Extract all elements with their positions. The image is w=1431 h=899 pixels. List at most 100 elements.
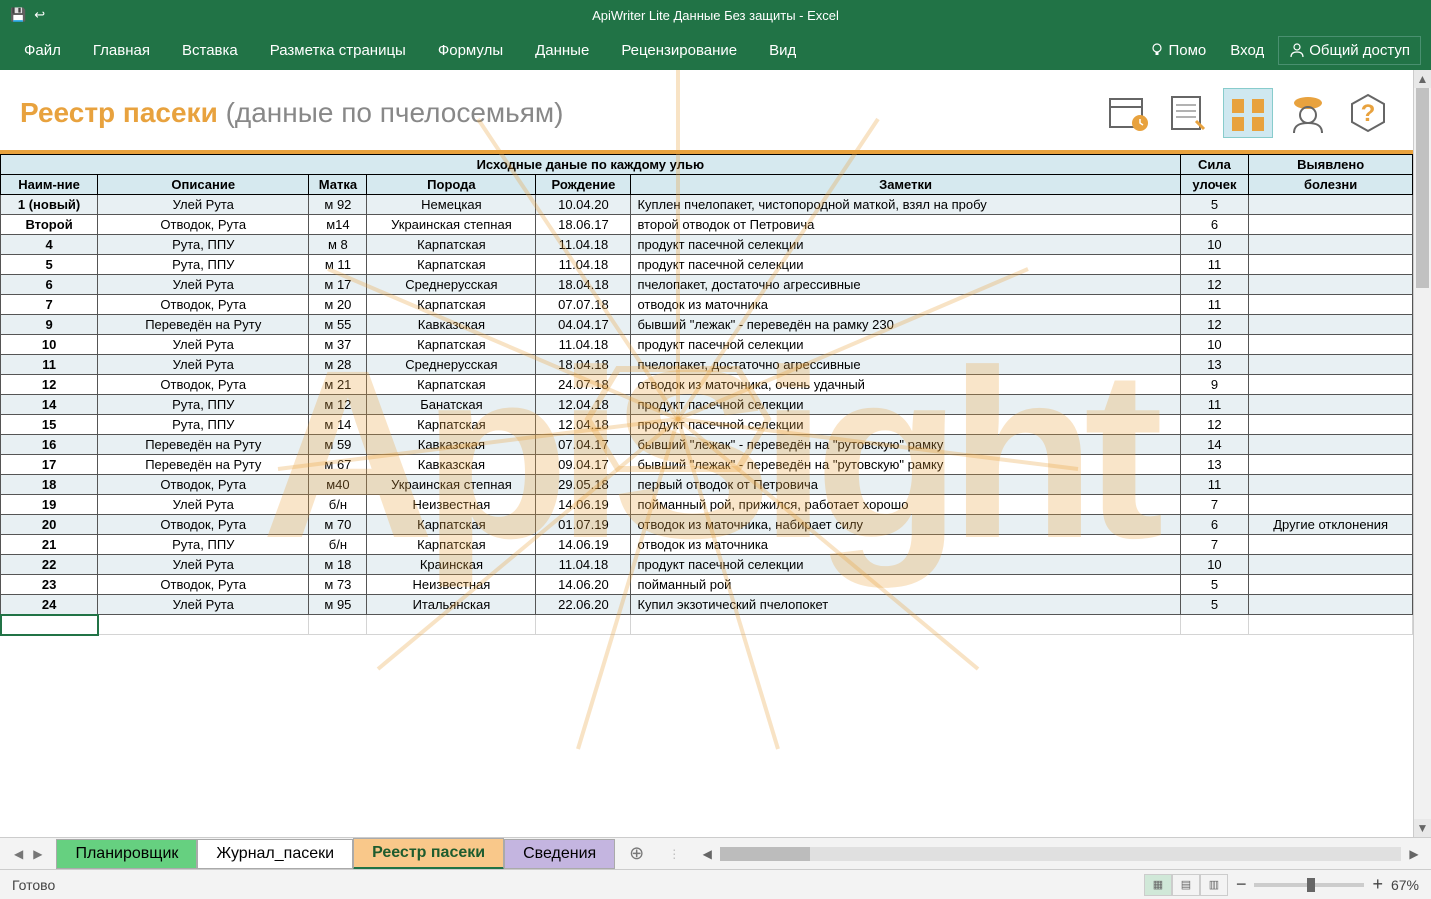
cell-dis[interactable] [1249, 235, 1413, 255]
cell-birth[interactable]: 18.04.18 [536, 355, 631, 375]
cell-str[interactable]: 6 [1180, 215, 1249, 235]
cell-name[interactable]: 17 [1, 455, 98, 475]
cell-notes[interactable]: отводок из маточника, очень удачный [631, 375, 1180, 395]
cell-dis[interactable] [1249, 275, 1413, 295]
cell-dis[interactable] [1249, 355, 1413, 375]
scroll-up-icon[interactable]: ▲ [1414, 70, 1431, 88]
cell-dis[interactable] [1249, 535, 1413, 555]
cell-breed[interactable]: Среднерусская [367, 275, 536, 295]
tab-page-layout[interactable]: Разметка страницы [256, 34, 420, 67]
cell-notes[interactable]: бывший "лежак" - переведён на "рутовскую… [631, 435, 1180, 455]
cell-str[interactable]: 10 [1180, 235, 1249, 255]
cell-birth[interactable]: 12.04.18 [536, 415, 631, 435]
table-row[interactable]: ВторойОтводок, Рутам14Украинская степная… [1, 215, 1413, 235]
login-button[interactable]: Вход [1220, 36, 1274, 65]
zoom-out-button[interactable]: − [1236, 874, 1247, 895]
cell-dis[interactable] [1249, 315, 1413, 335]
cell-birth[interactable]: 14.06.19 [536, 535, 631, 555]
cell-breed[interactable]: Среднерусская [367, 355, 536, 375]
cell-desc[interactable]: Рута, ППУ [98, 255, 309, 275]
cell-name[interactable]: 22 [1, 555, 98, 575]
cell-desc[interactable]: Отводок, Рута [98, 215, 309, 235]
cell-str[interactable]: 7 [1180, 535, 1249, 555]
cell-breed[interactable]: Карпатская [367, 235, 536, 255]
cell-desc[interactable]: Улей Рута [98, 275, 309, 295]
cell-dis[interactable] [1249, 495, 1413, 515]
table-row[interactable]: 4Рута, ППУм 8Карпатская11.04.18продукт п… [1, 235, 1413, 255]
cell-name[interactable]: 21 [1, 535, 98, 555]
cell-matka[interactable]: м 73 [309, 575, 367, 595]
zoom-in-button[interactable]: + [1372, 874, 1383, 895]
cell-desc[interactable]: Переведён на Руту [98, 315, 309, 335]
cell-str[interactable]: 10 [1180, 335, 1249, 355]
cell-str[interactable]: 12 [1180, 415, 1249, 435]
table-row[interactable]: 6Улей Рутам 17Среднерусская18.04.18пчело… [1, 275, 1413, 295]
cell-birth[interactable]: 11.04.18 [536, 255, 631, 275]
cell-birth[interactable]: 12.04.18 [536, 395, 631, 415]
cell-str[interactable]: 11 [1180, 395, 1249, 415]
cell-name[interactable]: 16 [1, 435, 98, 455]
cell-breed[interactable]: Украинская степная [367, 215, 536, 235]
cell-matka[interactable]: м 12 [309, 395, 367, 415]
table-row[interactable]: 21Рута, ППУб/нКарпатская14.06.19отводок … [1, 535, 1413, 555]
cell-notes[interactable]: Купил экзотический пчелопокет [631, 595, 1180, 615]
tab-review[interactable]: Рецензирование [607, 34, 751, 67]
cell-name[interactable]: Второй [1, 215, 98, 235]
cell-matka[interactable]: м 21 [309, 375, 367, 395]
cell-breed[interactable]: Карпатская [367, 375, 536, 395]
tab-home[interactable]: Главная [79, 34, 164, 67]
cell-desc[interactable]: Улей Рута [98, 195, 309, 215]
zoom-level[interactable]: 67% [1391, 877, 1419, 893]
table-row[interactable]: 17Переведён на Рутум 67Кавказская09.04.1… [1, 455, 1413, 475]
table-row[interactable]: 5Рута, ППУм 11Карпатская11.04.18продукт … [1, 255, 1413, 275]
cell-str[interactable]: 9 [1180, 375, 1249, 395]
empty-cell[interactable] [367, 615, 536, 635]
cell-breed[interactable]: Кавказская [367, 455, 536, 475]
cell-birth[interactable]: 11.04.18 [536, 235, 631, 255]
cell-matka[interactable]: м40 [309, 475, 367, 495]
th-notes[interactable]: Заметки [631, 175, 1180, 195]
cell-breed[interactable]: Кавказская [367, 315, 536, 335]
cell-name[interactable]: 19 [1, 495, 98, 515]
sheet-nav[interactable]: ◀▶ [0, 847, 56, 861]
cell-name[interactable]: 10 [1, 335, 98, 355]
table-row[interactable]: 23Отводок, Рутам 73Неизвестная14.06.20по… [1, 575, 1413, 595]
cell-matka[interactable]: м 28 [309, 355, 367, 375]
cell-notes[interactable]: продукт пасечной селекции [631, 415, 1180, 435]
cell-matka[interactable]: м 20 [309, 295, 367, 315]
cell-breed[interactable]: Банатская [367, 395, 536, 415]
cell-str[interactable]: 11 [1180, 295, 1249, 315]
th-name[interactable]: Наим-ние [1, 175, 98, 195]
hscroll-thumb[interactable] [720, 847, 810, 861]
cell-breed[interactable]: Неизвестная [367, 575, 536, 595]
cell-desc[interactable]: Улей Рута [98, 555, 309, 575]
tab-file[interactable]: Файл [10, 34, 75, 67]
tab-data[interactable]: Данные [521, 34, 603, 67]
cell-breed[interactable]: Карпатская [367, 535, 536, 555]
cell-breed[interactable]: Итальянская [367, 595, 536, 615]
cell-breed[interactable]: Неизвестная [367, 495, 536, 515]
horizontal-scrollbar[interactable]: ◀ ▶ [690, 845, 1431, 863]
table-row[interactable]: 7Отводок, Рутам 20Карпатская07.07.18отво… [1, 295, 1413, 315]
cell-matka[interactable]: б/н [309, 535, 367, 555]
sheet-tab-planner[interactable]: Планировщик [56, 839, 197, 869]
cell-birth[interactable]: 24.07.18 [536, 375, 631, 395]
cell-str[interactable]: 12 [1180, 275, 1249, 295]
cell-dis[interactable] [1249, 295, 1413, 315]
empty-cell[interactable] [536, 615, 631, 635]
cell-matka[interactable]: м 92 [309, 195, 367, 215]
cell-notes[interactable]: пчелопакет, достаточно агрессивные [631, 275, 1180, 295]
cell-notes[interactable]: Куплен пчелопакет, чистопородной маткой,… [631, 195, 1180, 215]
cell-breed[interactable]: Немецкая [367, 195, 536, 215]
cell-birth[interactable]: 22.06.20 [536, 595, 631, 615]
vertical-scrollbar[interactable]: ▲ ▼ [1413, 70, 1431, 837]
cell-str[interactable]: 13 [1180, 455, 1249, 475]
cell-str[interactable]: 6 [1180, 515, 1249, 535]
cell-desc[interactable]: Отводок, Рута [98, 475, 309, 495]
save-icon[interactable]: 💾 [10, 7, 26, 23]
cell-desc[interactable]: Улей Рута [98, 335, 309, 355]
scroll-thumb[interactable] [1416, 88, 1429, 288]
cell-name[interactable]: 12 [1, 375, 98, 395]
cell-name[interactable]: 15 [1, 415, 98, 435]
table-row[interactable]: 16Переведён на Рутум 59Кавказская07.04.1… [1, 435, 1413, 455]
